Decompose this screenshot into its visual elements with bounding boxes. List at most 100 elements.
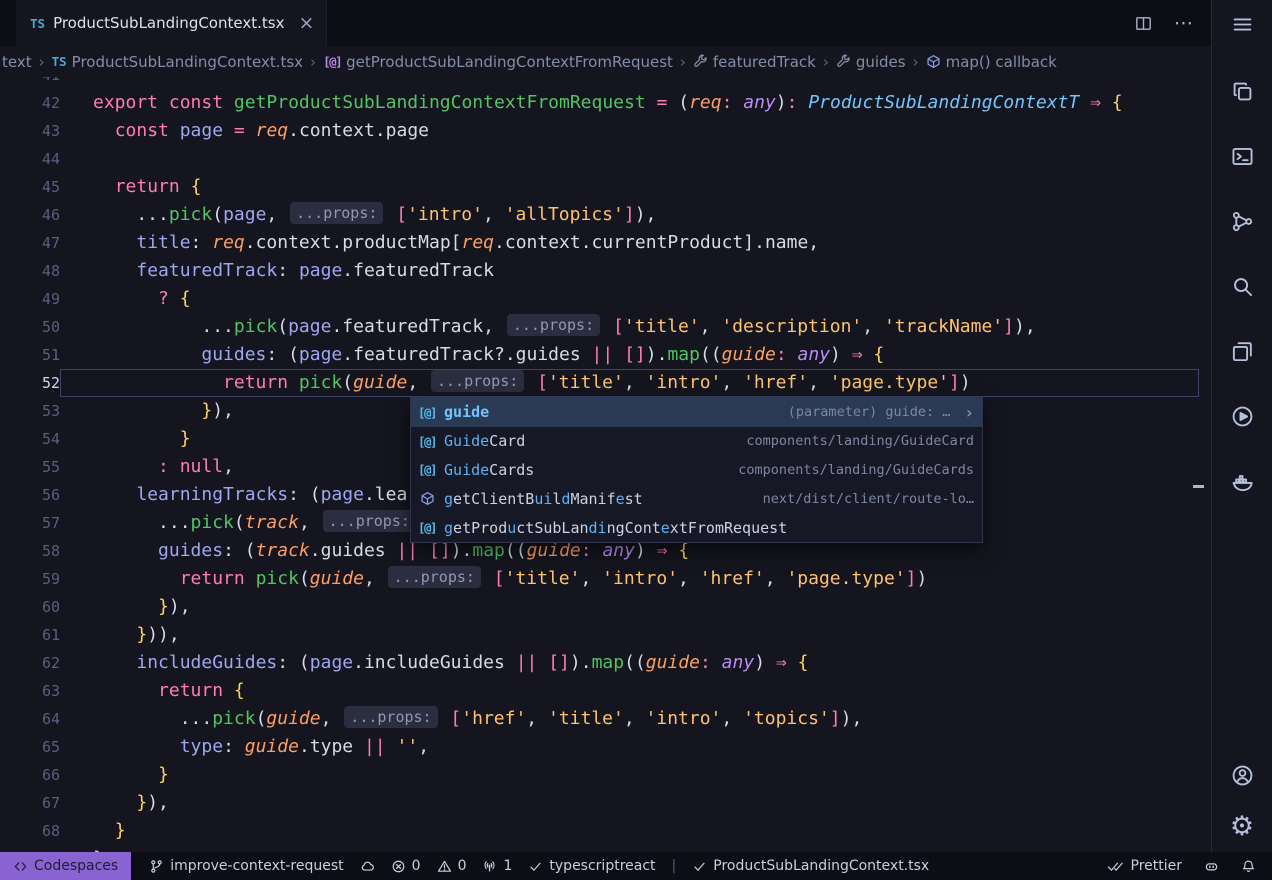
code-line-46[interactable]: 46 ...pick(page, ...props: ['intro', 'al… [0,201,1211,229]
copy-button[interactable] [1231,80,1254,107]
code-line-51[interactable]: 51 guides: (page.featuredTrack?.guides |… [0,341,1211,369]
line-number[interactable]: 57 [0,509,60,537]
graph-button[interactable] [1231,210,1254,237]
line-number[interactable]: 59 [0,565,60,593]
line-number[interactable]: 47 [0,229,60,257]
code-line-66[interactable]: 66 } [0,761,1211,789]
terminal-button[interactable] [1231,145,1254,172]
run-debug-button[interactable] [1231,405,1254,432]
line-number[interactable]: 48 [0,257,60,285]
line-number[interactable]: 53 [0,397,60,425]
line-number[interactable]: 41 [0,77,60,89]
breadcrumb-item-productsublandingcontext-tsx[interactable]: TSProductSubLandingContext.tsx [52,53,303,71]
parameter-icon: [@] [417,520,437,535]
code-line-43[interactable]: 43 const page = req.context.page [0,117,1211,145]
radio-tower-icon [482,859,497,874]
status-codespaces[interactable]: Codespaces [0,852,131,880]
wrench-icon [693,54,708,69]
code-line-47[interactable]: 47 title: req.context.productMap[req.con… [0,229,1211,257]
breadcrumb-item-guides[interactable]: guides [836,53,906,71]
windows-button[interactable] [1231,340,1254,367]
suggestion-guidecards[interactable]: [@]GuideCardscomponents/landing/GuideCar… [411,456,982,485]
code-line-63[interactable]: 63 return { [0,677,1211,705]
line-number[interactable]: 64 [0,705,60,733]
line-number[interactable]: 49 [0,285,60,313]
breadcrumb-item-map-callback[interactable]: map() callback [926,53,1057,71]
status-branch[interactable]: improve-context-request [149,858,343,874]
code-line-49[interactable]: 49 ? { [0,285,1211,313]
code-line-61[interactable]: 61 })), [0,621,1211,649]
line-number[interactable]: 46 [0,201,60,229]
code-line-67[interactable]: 67 }), [0,789,1211,817]
status-copilot[interactable] [1204,859,1219,874]
line-number[interactable]: 43 [0,117,60,145]
code-line-65[interactable]: 65 type: guide.type || '', [0,733,1211,761]
code-editor[interactable]: 4142export const getProductSubLandingCon… [0,77,1211,852]
module-icon [926,54,941,69]
status-errors[interactable]: 0 [391,858,421,874]
line-number[interactable]: 51 [0,341,60,369]
line-content: includeGuides: (page.includeGuides || []… [60,649,1211,677]
line-number[interactable]: 54 [0,425,60,453]
code-line-45[interactable]: 45 return { [0,173,1211,201]
code-line-48[interactable]: 48 featuredTrack: page.featuredTrack [0,257,1211,285]
line-number[interactable]: 50 [0,313,60,341]
code-line-69[interactable]: 69} [0,845,1211,852]
menu-button[interactable] [1231,13,1254,40]
line-number[interactable]: 60 [0,593,60,621]
tab-product-sub-landing-context[interactable]: TS ProductSubLandingContext.tsx × [16,0,327,46]
code-line-64[interactable]: 64 ...pick(guide, ...props: ['href', 'ti… [0,705,1211,733]
line-content: return pick(guide, ...props: ['title', '… [60,565,1211,593]
status-ports[interactable]: 1 [482,858,512,874]
line-content: return { [60,173,1211,201]
settings-gear-button[interactable]: ⚙ [1230,813,1254,840]
line-number[interactable]: 61 [0,621,60,649]
code-line-41[interactable]: 41 [0,77,1211,89]
docker-button[interactable] [1231,470,1254,497]
code-line-50[interactable]: 50 ...pick(page.featuredTrack, ...props:… [0,313,1211,341]
line-number[interactable]: 66 [0,761,60,789]
line-number[interactable]: 58 [0,537,60,565]
code-line-62[interactable]: 62 includeGuides: (page.includeGuides ||… [0,649,1211,677]
line-number[interactable]: 62 [0,649,60,677]
suggestion-guidecard[interactable]: [@]GuideCardcomponents/landing/GuideCard [411,427,982,456]
search-button[interactable] [1231,275,1254,302]
line-number[interactable]: 63 [0,677,60,705]
code-line-52[interactable]: 52 return pick(guide, ...props: ['title'… [0,369,1211,397]
line-number[interactable]: 55 [0,453,60,481]
status-language-mode[interactable]: typescriptreact [528,858,655,874]
status-notifications[interactable] [1241,859,1256,874]
code-line-59[interactable]: 59 return pick(guide, ...props: ['title'… [0,565,1211,593]
line-number[interactable]: 69 [0,845,60,852]
close-tab-icon[interactable]: × [298,14,314,33]
code-line-42[interactable]: 42export const getProductSubLandingConte… [0,89,1211,117]
more-actions-button[interactable]: ⋯ [1174,14,1193,33]
breadcrumb-item-text[interactable]: text [2,53,32,71]
line-number[interactable]: 56 [0,481,60,509]
suggestion-detail-chevron-icon[interactable]: › [964,403,974,422]
line-number[interactable]: 42 [0,89,60,117]
breadcrumb-item-featuredtrack[interactable]: featuredTrack [693,53,816,71]
line-number[interactable]: 68 [0,817,60,845]
split-editor-button[interactable] [1135,15,1152,32]
suggestion-guide[interactable]: [@]guide(parameter) guide: …› [411,398,982,427]
status-divider: | [672,858,677,874]
line-number[interactable]: 44 [0,145,60,173]
code-line-44[interactable]: 44 [0,145,1211,173]
line-number[interactable]: 45 [0,173,60,201]
code-line-68[interactable]: 68 } [0,817,1211,845]
line-number[interactable]: 65 [0,733,60,761]
code-line-60[interactable]: 60 }), [0,593,1211,621]
breadcrumb-item-getproductsublandingcontextfromrequest[interactable]: [@]getProductSubLandingContextFromReques… [323,53,673,71]
status-active-file[interactable]: ProductSubLandingContext.tsx [692,858,929,874]
status-warnings[interactable]: 0 [437,858,467,874]
line-number[interactable]: 52 [0,369,60,397]
copilot-icon [1204,859,1219,874]
breadcrumb-separator: › [823,53,829,71]
line-number[interactable]: 67 [0,789,60,817]
account-button[interactable] [1231,764,1254,791]
suggestion-getproductsublandingcontextfromrequest[interactable]: [@]getProductSubLandingContextFromReques… [411,513,982,542]
status-sync[interactable] [360,859,375,874]
suggestion-getclientbuildmanifest[interactable]: getClientBuildManifestnext/dist/client/r… [411,484,982,513]
status-formatter-prettier[interactable]: Prettier [1106,858,1183,874]
